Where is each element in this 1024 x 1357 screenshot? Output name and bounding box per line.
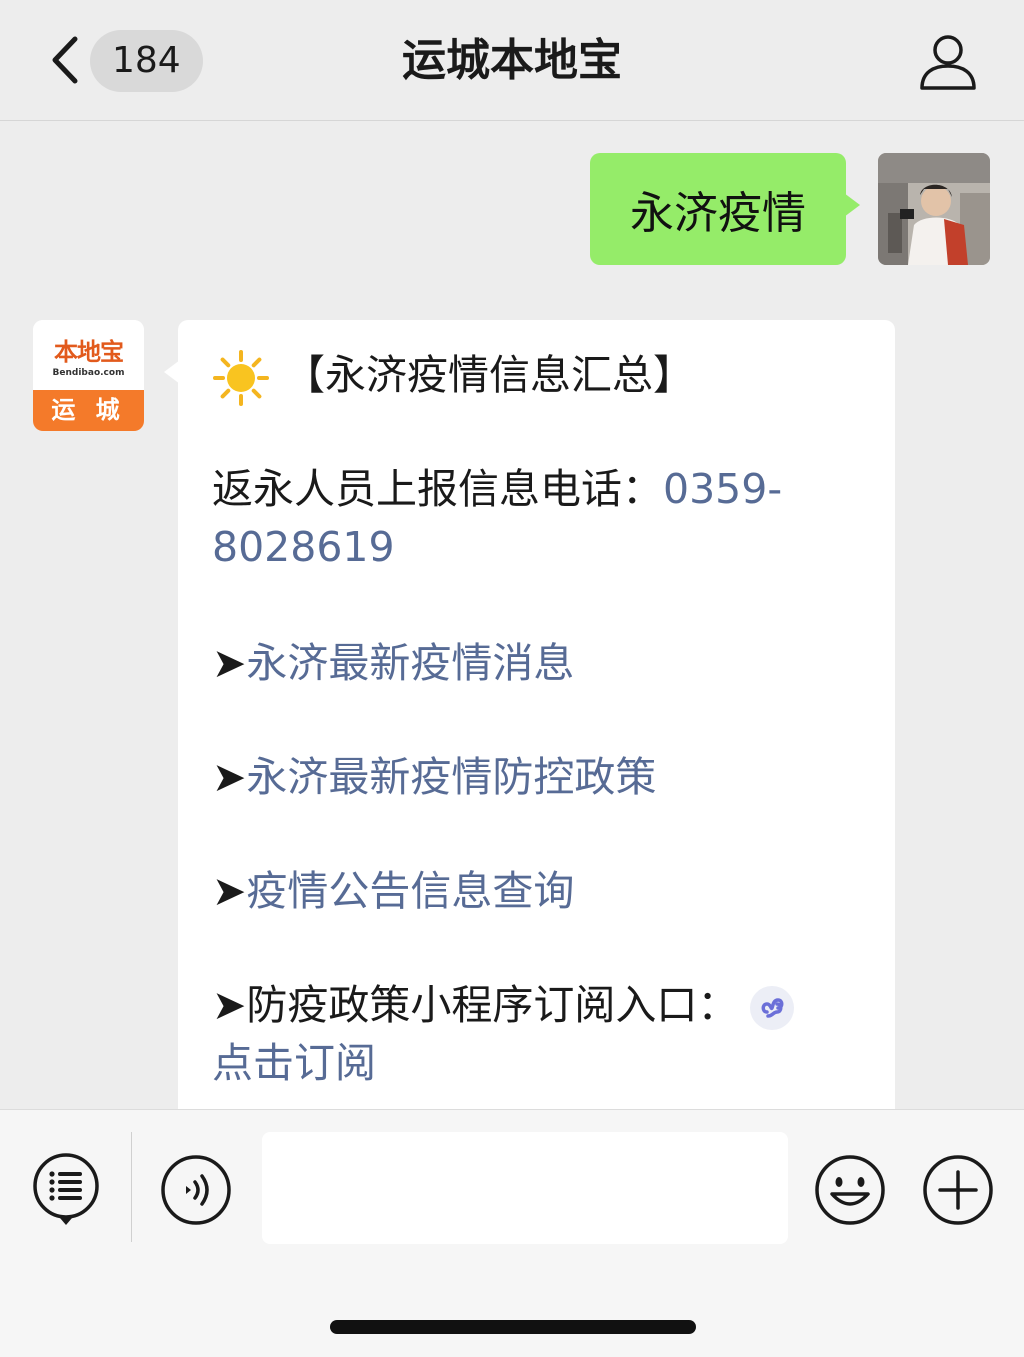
logo-city: 运 城 bbox=[33, 390, 144, 431]
voice-input-icon[interactable] bbox=[158, 1152, 234, 1228]
phone-line: 返永人员上报信息电话：0359- bbox=[212, 460, 782, 518]
subscribe-link[interactable]: 点击订阅 bbox=[212, 1039, 376, 1087]
official-account-avatar[interactable]: 本地宝 Bendibao.com 运 城 bbox=[33, 320, 144, 431]
message-heading-line: 【永济疫情信息汇总】 bbox=[212, 346, 694, 407]
policy-link[interactable]: 永济最新疫情防控政策 bbox=[246, 753, 656, 801]
user-profile-icon bbox=[920, 35, 976, 90]
nav-bar: 184 运城本地宝 bbox=[0, 0, 1024, 121]
link-line-2: ➤永济最新疫情防控政策 bbox=[212, 748, 656, 806]
mini-program-line: ➤防疫政策小程序订阅入口： bbox=[212, 976, 796, 1034]
phone-label: 返永人员上报信息电话： bbox=[212, 465, 663, 513]
sun-emoji-icon bbox=[213, 350, 269, 406]
user-avatar-photo bbox=[878, 153, 990, 265]
arrow-bullet: ➤ bbox=[212, 867, 247, 915]
profile-button[interactable] bbox=[916, 30, 980, 94]
latest-news-link[interactable]: 永济最新疫情消息 bbox=[246, 639, 574, 687]
logo-subtext: Bendibao.com bbox=[52, 368, 125, 378]
message-input[interactable] bbox=[262, 1132, 788, 1244]
emoji-icon[interactable] bbox=[812, 1152, 888, 1228]
logo-text: 本地宝 bbox=[54, 338, 124, 366]
arrow-bullet: ➤ bbox=[212, 639, 247, 687]
incoming-message-bubble[interactable]: 【永济疫情信息汇总】 返永人员上报信息电话：0359- 8028619 ➤永济最… bbox=[164, 320, 895, 1109]
link-line-1: ➤永济最新疫情消息 bbox=[212, 634, 574, 692]
chat-title: 运城本地宝 bbox=[402, 35, 622, 86]
outgoing-message-bubble[interactable]: 永济疫情 bbox=[590, 153, 860, 265]
arrow-bullet: ➤ bbox=[212, 753, 247, 801]
link-line-3: ➤疫情公告信息查询 bbox=[212, 862, 574, 920]
phone-link-cont[interactable]: 8028619 bbox=[212, 523, 395, 571]
outgoing-message-text: 永济疫情 bbox=[630, 188, 806, 239]
phone-link[interactable]: 0359- bbox=[663, 465, 782, 513]
message-heading: 【永济疫情信息汇总】 bbox=[284, 351, 694, 399]
announcement-query-link[interactable]: 疫情公告信息查询 bbox=[246, 867, 574, 915]
subscribe-line: 点击订阅 bbox=[212, 1034, 376, 1092]
mini-program-icon[interactable] bbox=[748, 984, 796, 1032]
mini-program-label: 防疫政策小程序订阅入口： bbox=[246, 981, 739, 1029]
menu-list-icon[interactable] bbox=[28, 1152, 104, 1228]
phone-line-cont: 8028619 bbox=[212, 518, 395, 576]
chat-messages[interactable]: 永济疫情 本地宝 Bendibao.com 运 城 【永济疫情信息汇总】 返永人… bbox=[0, 121, 1024, 1109]
user-avatar[interactable] bbox=[878, 153, 990, 265]
home-indicator[interactable] bbox=[330, 1320, 696, 1334]
bendibao-logo: 本地宝 Bendibao.com bbox=[33, 320, 144, 390]
arrow-bullet: ➤ bbox=[212, 981, 247, 1029]
plus-icon[interactable] bbox=[920, 1152, 996, 1228]
toolbar-divider bbox=[131, 1132, 132, 1242]
